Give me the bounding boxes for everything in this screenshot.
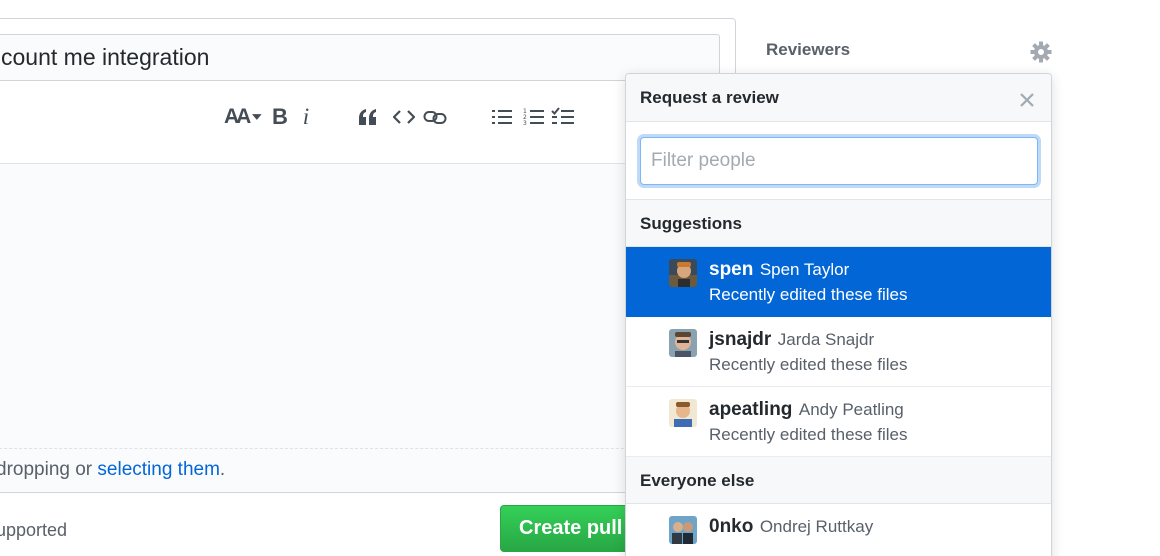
reviewer-option-apeatling[interactable]: apeatling Andy Peatling Recently edited … bbox=[626, 387, 1051, 457]
reviewer-reason: Recently edited these files bbox=[709, 355, 908, 374]
reviewer-line: spen Spen Taylor bbox=[709, 259, 849, 281]
popover-header: Request a review bbox=[626, 74, 1051, 122]
reviewer-full-name: Spen Taylor bbox=[759, 260, 850, 279]
reviewer-full-name: Jarda Snajdr bbox=[777, 330, 875, 349]
italic-button[interactable]: i bbox=[296, 104, 316, 130]
avatar bbox=[669, 329, 697, 357]
reviewer-full-name: Ondrej Ruttkay bbox=[759, 517, 874, 536]
reviewer-full-name: Andy Peatling bbox=[798, 400, 904, 419]
select-files-link[interactable]: selecting them bbox=[97, 459, 220, 480]
close-icon[interactable] bbox=[1018, 91, 1036, 109]
request-review-popover: Request a review Suggestions spen Spen T… bbox=[625, 73, 1052, 556]
avatar bbox=[669, 516, 697, 544]
pr-title-input[interactable]: count me integration bbox=[0, 34, 720, 81]
markdown-toolbar: AA B i 1 2 3 bbox=[0, 96, 620, 140]
reviewer-option-0nko[interactable]: 0nko Ondrej Ruttkay bbox=[626, 504, 1051, 556]
avatar bbox=[669, 399, 697, 427]
reviewer-option-spen[interactable]: spen Spen Taylor Recently edited these f… bbox=[626, 247, 1051, 317]
italic-label: i bbox=[302, 104, 310, 129]
header-text-button[interactable]: AA bbox=[224, 104, 262, 130]
link-button[interactable] bbox=[422, 104, 448, 130]
bold-button[interactable]: B bbox=[270, 104, 290, 130]
quote-button[interactable] bbox=[356, 104, 380, 130]
reviewer-line: 0nko Ondrej Ruttkay bbox=[709, 516, 873, 538]
task-list-button[interactable] bbox=[550, 104, 576, 130]
link-icon bbox=[423, 111, 447, 124]
unordered-list-button[interactable] bbox=[490, 104, 514, 130]
reviewer-login: spen bbox=[709, 259, 754, 280]
reviewer-option-jsnajdr[interactable]: jsnajdr Jarda Snajdr Recently edited the… bbox=[626, 317, 1051, 387]
avatar bbox=[669, 259, 697, 287]
reviewers-heading: Reviewers bbox=[766, 40, 851, 59]
gear-icon[interactable] bbox=[1030, 41, 1052, 63]
pr-body-textarea[interactable] bbox=[0, 163, 720, 493]
reviewer-reason: Recently edited these files bbox=[709, 425, 908, 444]
task-list-icon bbox=[551, 107, 574, 124]
everyone-else-heading: Everyone else bbox=[626, 457, 1051, 504]
popover-title: Request a review bbox=[640, 88, 779, 107]
code-button[interactable] bbox=[392, 104, 416, 130]
bold-label: B bbox=[272, 104, 288, 129]
reviewer-line: jsnajdr Jarda Snajdr bbox=[709, 329, 874, 351]
attach-files-hint: dropping or selecting them. bbox=[0, 459, 225, 481]
quote-icon bbox=[359, 109, 376, 125]
pull-request-page: count me integration AA B i 1 2 3 droppi… bbox=[0, 0, 1160, 556]
caret-down-icon bbox=[252, 114, 262, 120]
reviewer-login: apeatling bbox=[709, 399, 793, 420]
reviewer-line: apeatling Andy Peatling bbox=[709, 399, 904, 421]
suggestions-heading: Suggestions bbox=[626, 200, 1051, 247]
reviewer-reason: Recently edited these files bbox=[709, 285, 908, 304]
unordered-list-icon bbox=[492, 110, 512, 124]
drop-zone-divider bbox=[0, 448, 719, 449]
filter-people-input[interactable] bbox=[640, 137, 1038, 185]
reviewer-login: 0nko bbox=[709, 516, 754, 537]
ordered-list-button[interactable]: 1 2 3 bbox=[522, 104, 546, 130]
filter-section bbox=[626, 122, 1051, 200]
code-icon bbox=[393, 110, 415, 124]
reviewer-login: jsnajdr bbox=[709, 329, 772, 350]
markdown-supported-note: upported bbox=[0, 520, 68, 540]
attach-hint-suffix: . bbox=[219, 459, 226, 480]
header-text-label: AA bbox=[224, 105, 251, 128]
ordered-list-icon: 1 2 3 bbox=[523, 108, 544, 127]
svg-text:3: 3 bbox=[523, 120, 527, 127]
attach-hint-prefix: dropping or bbox=[0, 459, 98, 480]
